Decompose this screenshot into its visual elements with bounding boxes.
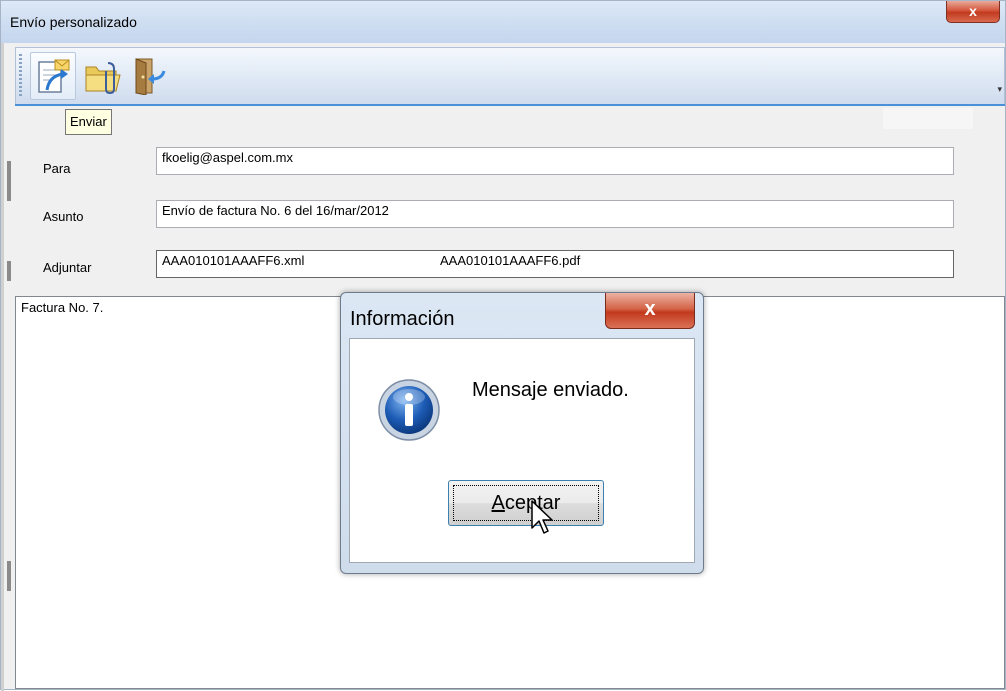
dialog-title: Información [350,308,455,330]
attachment-xml[interactable]: AAA010101AAAFF6.xml [162,253,304,268]
attach-label: Adjuntar [43,260,92,275]
attachments-field[interactable]: AAA010101AAAFF6.xml AAA010101AAAFF6.pdf [156,250,954,278]
close-icon: x [644,298,656,320]
close-icon: x [969,3,977,19]
send-mail-icon [38,59,70,93]
toolbar-spacer [883,108,973,129]
edge-mark [7,561,11,591]
exit-button[interactable] [126,52,172,100]
toolbar-underline [15,104,1005,106]
window-close-button[interactable]: x [946,1,1000,23]
edge-mark [7,261,11,281]
subject-field[interactable]: Envío de factura No. 6 del 16/mar/2012 [156,200,954,228]
attach-button[interactable] [78,52,124,100]
info-icon [378,379,440,441]
ok-button-label: Aceptar [491,492,561,514]
message-body-text: Factura No. 7. [21,300,104,315]
toolbar-grip[interactable] [19,54,22,98]
attachment-pdf[interactable]: AAA010101AAAFF6.pdf [440,253,580,268]
dialog-message: Mensaje enviado. [472,379,629,401]
tooltip: Enviar [65,109,112,135]
toolbar-overflow-button[interactable]: ▾ [997,84,1002,95]
edge-mark [7,161,11,201]
attach-folder-icon [85,62,121,95]
mouse-cursor-icon [531,500,553,534]
toolbar: ▾ [15,47,1005,105]
title-bar: Envío personalizado x [1,1,1005,43]
send-button[interactable] [30,52,76,100]
subject-label: Asunto [43,209,84,224]
to-label: Para [43,161,71,176]
to-field[interactable]: fkoelig@aspel.com.mx [156,147,954,175]
exit-door-icon [135,58,166,95]
dialog-close-button[interactable]: x [605,293,695,329]
window-title: Envío personalizado [10,14,137,30]
dialog-content: Mensaje enviado. Aceptar [349,338,695,563]
ok-button[interactable]: Aceptar [448,480,604,526]
window-edge [1,41,4,691]
info-dialog: Información x Mensaje enviado. Aceptar [340,292,704,574]
